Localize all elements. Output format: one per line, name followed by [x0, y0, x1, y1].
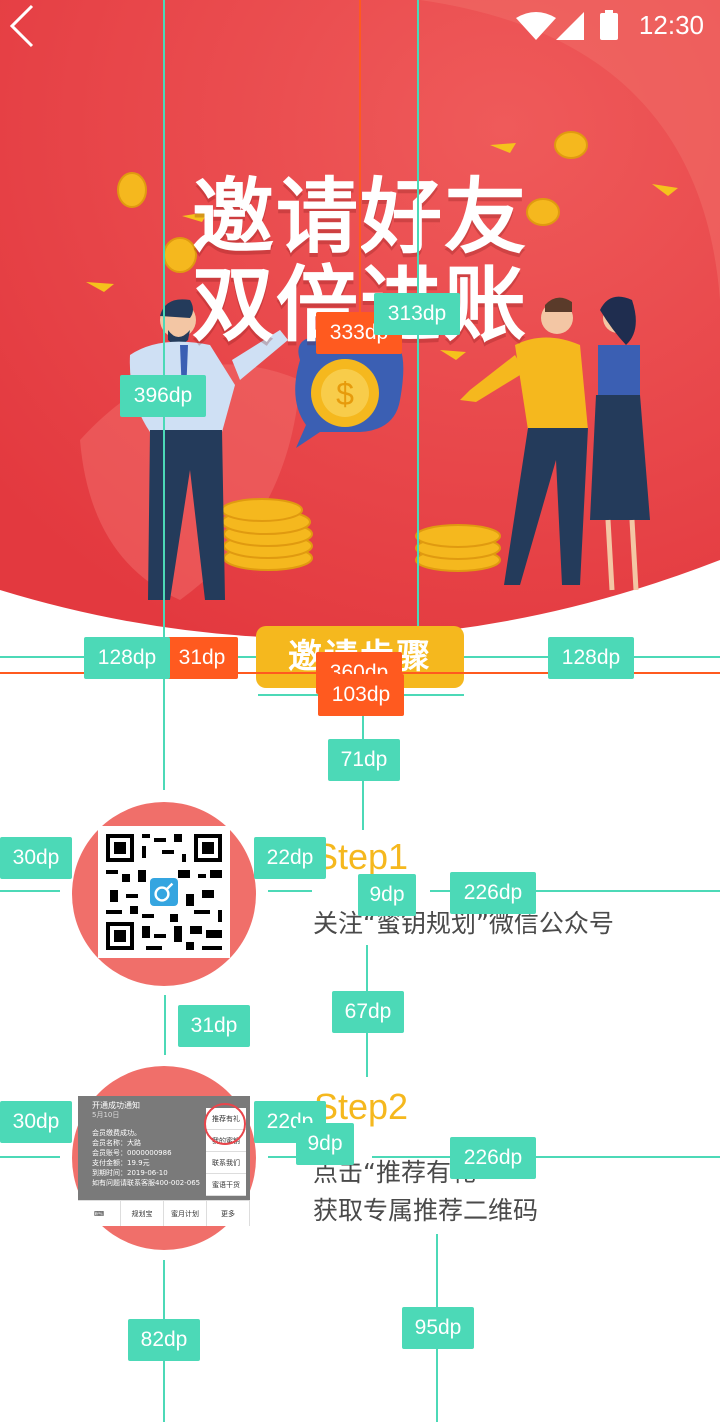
hero-banner: $ 12:30 邀请好友 双倍进账	[0, 0, 720, 700]
step2-title: Step2	[314, 1086, 409, 1127]
guide-line	[366, 945, 368, 1077]
step2-desc-line2: 获取专属推荐二维码	[313, 1196, 539, 1225]
message-line: 会员缴费成功。	[92, 1129, 141, 1137]
dim-label: 30dp	[0, 1101, 72, 1143]
message-line: 如有问题请联系客服400-002-065	[92, 1179, 201, 1187]
guide-line	[268, 890, 312, 892]
invite-steps-button[interactable]: 邀请步骤	[256, 626, 464, 688]
guide-line	[0, 890, 60, 892]
tab-more[interactable]: 更多	[207, 1201, 250, 1226]
tab-honeymoon[interactable]: 蜜月计划	[164, 1201, 207, 1226]
wechat-screenshot: 开通成功通知 5月10日 会员缴费成功。 会员名称：大路 会员账号：000000…	[78, 1096, 250, 1226]
hero-title-line2: 双倍进账	[191, 258, 528, 353]
status-bar: 12:30	[0, 0, 720, 52]
guide-line	[164, 995, 166, 1055]
guide-line	[436, 1234, 438, 1422]
wechat-tabbar: ⌨ 规划宝 蜜月计划 更多	[78, 1200, 250, 1226]
message-line: 会员账号：0000000986	[92, 1149, 172, 1157]
tab-keyboard-icon[interactable]: ⌨	[78, 1201, 121, 1226]
dim-label: 95dp	[402, 1307, 474, 1349]
dim-label: 71dp	[328, 739, 400, 781]
menu-item-tips[interactable]: 蜜语干货	[206, 1174, 246, 1196]
message-line: 到期时间：2019-06-10	[92, 1169, 168, 1177]
back-arrow-icon[interactable]	[0, 0, 52, 52]
dim-label: 82dp	[128, 1319, 200, 1361]
step1-title: Step1	[314, 836, 409, 877]
message-line: 会员名称：大路	[92, 1139, 141, 1147]
dim-label: 31dp	[178, 1005, 250, 1047]
menu-item-contact[interactable]: 联系我们	[206, 1152, 246, 1174]
tab-plan[interactable]: 规划宝	[121, 1201, 164, 1226]
dim-label: 30dp	[0, 837, 72, 879]
status-time: 12:30	[638, 10, 704, 40]
message-date: 5月10日	[92, 1111, 120, 1119]
guide-line	[163, 1260, 165, 1422]
guide-line	[268, 1156, 312, 1158]
step2-desc-line1: 点击“推荐有礼”	[313, 1158, 489, 1187]
signal-icon	[556, 12, 584, 40]
wifi-icon	[516, 12, 556, 40]
guide-line	[430, 890, 720, 892]
svg-text:$: $	[336, 376, 354, 412]
guide-line	[0, 1156, 60, 1158]
highlight-ring	[204, 1103, 246, 1145]
dim-label: 67dp	[332, 991, 404, 1033]
qr-code	[98, 826, 230, 958]
qr-code-icon	[106, 834, 222, 950]
guide-line	[362, 688, 364, 830]
message-line: 支付金额：19.9元	[92, 1159, 150, 1167]
battery-icon	[600, 10, 618, 40]
step1-desc: 关注“蜜钥规划”微信公众号	[313, 909, 614, 938]
